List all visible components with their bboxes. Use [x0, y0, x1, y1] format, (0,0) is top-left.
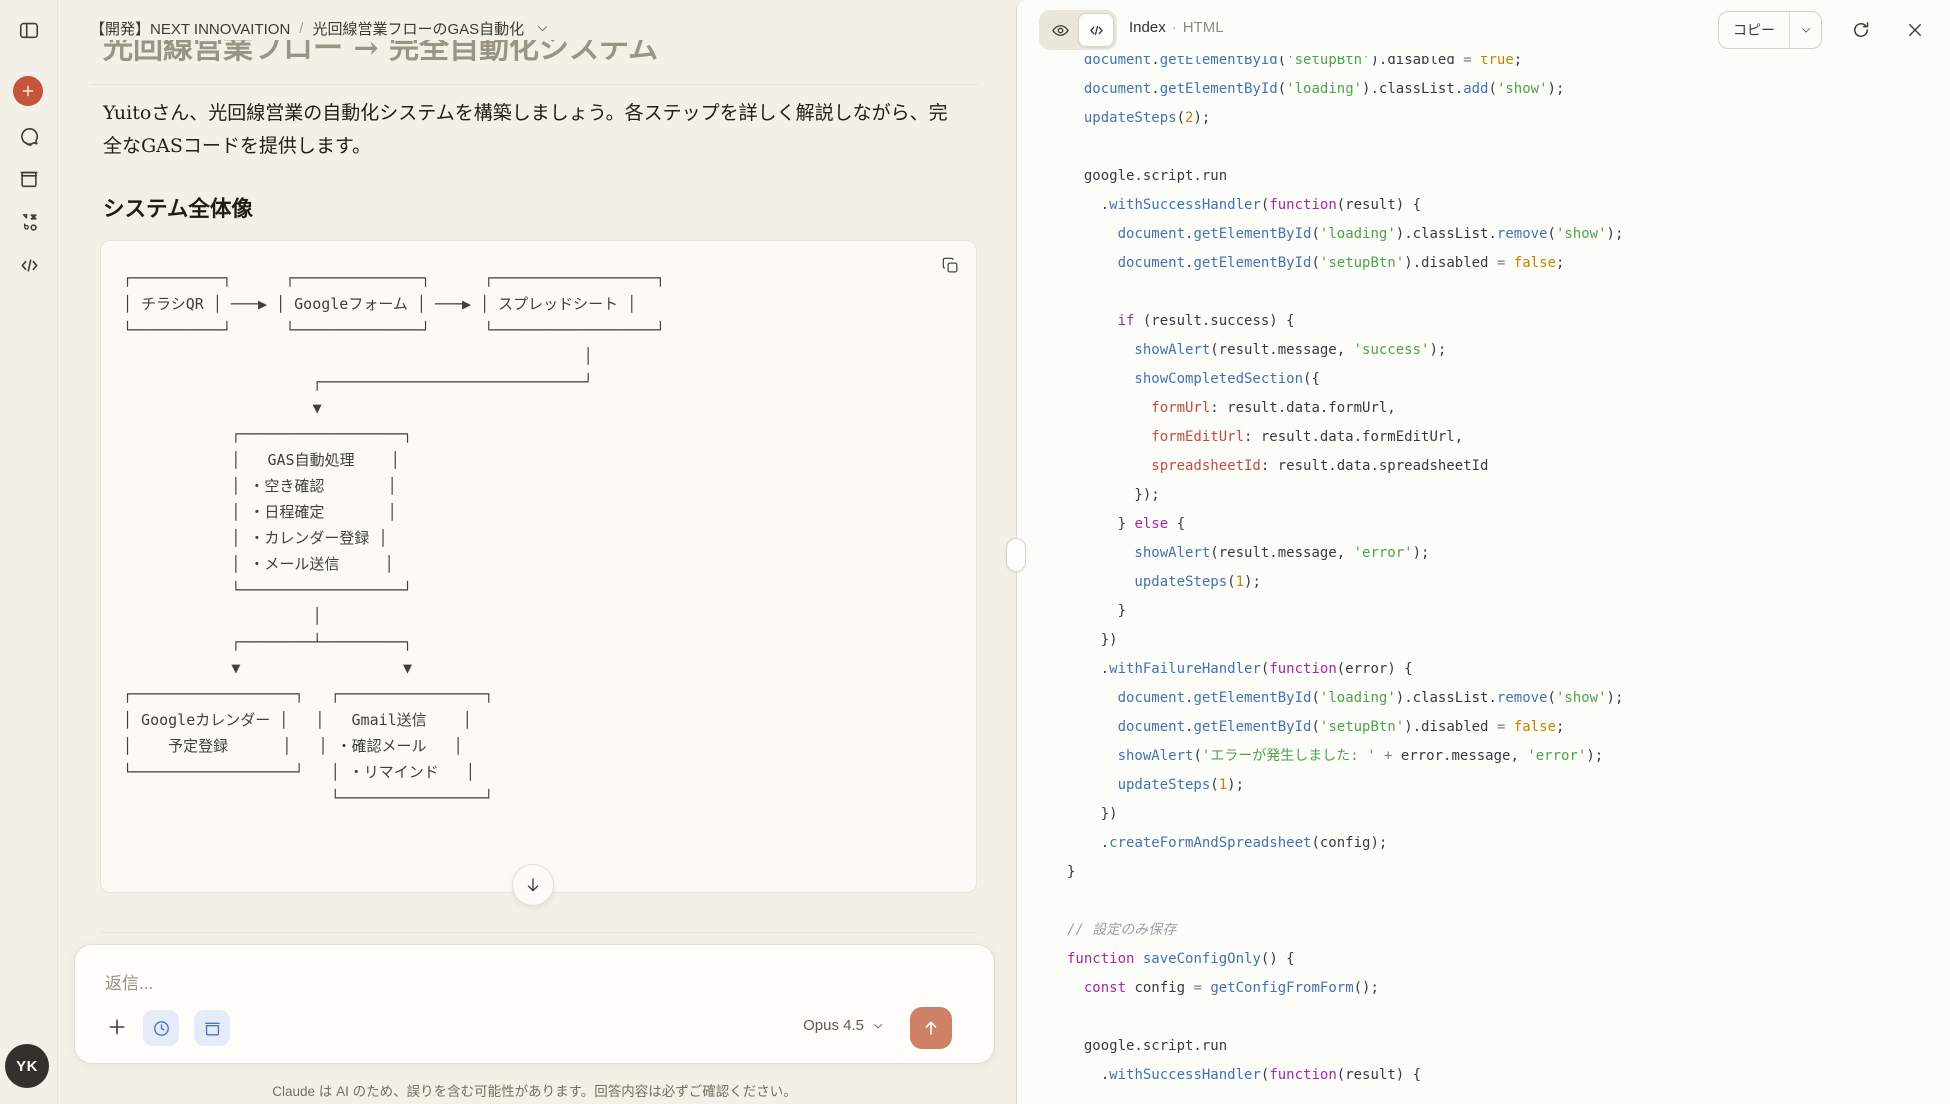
chats-icon[interactable]: [15, 122, 43, 150]
code-line: .withFailureHandler(function(error) {: [1067, 655, 1950, 684]
box-icon: [203, 1019, 222, 1038]
code-line: });: [1067, 481, 1950, 510]
arrow-down-icon: [524, 876, 542, 894]
code-line: // 設定のみ保存: [1067, 916, 1950, 945]
history-clock-button[interactable]: [143, 1010, 179, 1046]
code-line: google.script.run: [1067, 162, 1950, 191]
copy-split-button: コピー: [1718, 11, 1822, 49]
code-block-card: ┌──────────┐ ┌──────────────┐ ┌─────────…: [100, 240, 977, 893]
code-line: }): [1067, 626, 1950, 655]
project-name[interactable]: 【開発】NEXT INNOVAITION: [90, 18, 290, 39]
chevron-down-icon: [872, 1020, 884, 1032]
model-name: Opus 4.5: [803, 1017, 864, 1034]
app-sidebar: YK: [0, 0, 58, 1104]
clock-icon: [152, 1019, 171, 1038]
artifact-panel: Index · HTML コピー document.getElementById…: [1016, 0, 1950, 1104]
conversation-title[interactable]: 光回線営業フローのGAS自動化: [312, 18, 524, 39]
eye-icon: [1051, 21, 1070, 40]
code-line: updateSteps(1);: [1067, 771, 1950, 800]
code-line: [1067, 278, 1950, 307]
chevron-down-icon: [1800, 24, 1812, 36]
arrow-up-icon: [922, 1019, 940, 1037]
section-heading: システム全体像: [103, 192, 253, 223]
code-view-toggle[interactable]: [1078, 13, 1114, 47]
user-avatar[interactable]: YK: [5, 1044, 49, 1088]
artifact-title: Index · HTML: [1129, 19, 1224, 36]
projects-icon[interactable]: [15, 165, 43, 193]
code-line: updateSteps(2);: [1067, 104, 1950, 133]
scroll-to-bottom-button[interactable]: [512, 864, 554, 906]
close-x-icon: [1906, 21, 1924, 39]
copy-button[interactable]: コピー: [1719, 12, 1789, 48]
code-line: showAlert('エラーが発生しました: ' + error.message…: [1067, 742, 1950, 771]
code-line: showAlert(result.message, 'error');: [1067, 539, 1950, 568]
title-chevron-down-icon[interactable]: [536, 22, 549, 35]
reply-composer: 返信... Opus 4.5: [74, 944, 995, 1064]
code-line: showAlert(result.message, 'success');: [1067, 336, 1950, 365]
send-button[interactable]: [910, 1007, 952, 1049]
code-line: [1067, 887, 1950, 916]
code-line: .withSuccessHandler(function(result) {: [1067, 191, 1950, 220]
model-selector[interactable]: Opus 4.5: [803, 1017, 884, 1034]
code-line: updateSteps(1);: [1067, 568, 1950, 597]
code-line: document.getElementById('loading').class…: [1067, 220, 1950, 249]
refresh-icon: [1851, 20, 1871, 40]
code-line: function saveConfigOnly() {: [1067, 945, 1950, 974]
reply-input[interactable]: 返信...: [105, 969, 153, 994]
code-editor-view[interactable]: document.getElementById('setupBtn').disa…: [1017, 56, 1950, 1104]
code-line: formUrl: result.data.formUrl,: [1067, 394, 1950, 423]
attach-plus-button[interactable]: [101, 1011, 133, 1043]
sidebar-toggle-icon[interactable]: [15, 16, 43, 44]
code-line: document.getElementById('loading').class…: [1067, 684, 1950, 713]
code-line: .createFormAndSpreadsheet(config);: [1067, 829, 1950, 858]
code-line: document.getElementById('setupBtn').disa…: [1067, 249, 1950, 278]
code-line: document.getElementById('setupBtn').disa…: [1067, 56, 1950, 75]
code-line: .withSuccessHandler(function(result) {: [1067, 1061, 1950, 1090]
new-chat-button[interactable]: [13, 76, 43, 106]
code-line: document.getElementById('loading').class…: [1067, 75, 1950, 104]
code-line: }): [1067, 800, 1950, 829]
header-divider: [90, 84, 978, 85]
view-toggle: [1039, 10, 1117, 50]
code-line: showCompletedSection({: [1067, 365, 1950, 394]
code-line: } else {: [1067, 510, 1950, 539]
explore-shapes-icon[interactable]: [15, 208, 43, 236]
breadcrumb-separator: /: [299, 20, 303, 37]
copy-dropdown-button[interactable]: [1789, 12, 1821, 48]
code-line: }: [1067, 858, 1950, 887]
code-line: [1067, 1003, 1950, 1032]
artifact-name: Index: [1129, 19, 1166, 36]
code-line: if (result.success) {: [1067, 307, 1950, 336]
code-content: document.getElementById('setupBtn').disa…: [1017, 56, 1950, 1090]
assistant-message-text: Yuitoさん、光回線営業の自動化システムを構築しましょう。各ステップを詳しく解…: [103, 97, 948, 163]
preview-eye-toggle[interactable]: [1042, 13, 1078, 47]
code-line: [1067, 133, 1950, 162]
code-brackets-icon: [1087, 21, 1106, 40]
code-line: document.getElementById('setupBtn').disa…: [1067, 713, 1950, 742]
close-button[interactable]: [1898, 13, 1932, 47]
breadcrumb: 【開発】NEXT INNOVAITION / 光回線営業フローのGAS自動化: [90, 16, 549, 40]
panel-resize-handle[interactable]: [1006, 538, 1026, 572]
title-dot: ·: [1172, 19, 1177, 36]
code-line: google.script.run: [1067, 1032, 1950, 1061]
refresh-button[interactable]: [1844, 13, 1878, 47]
code-line: spreadsheetId: result.data.spreadsheetId: [1067, 452, 1950, 481]
ai-disclaimer: Claude は AI のため、誤りを含む可能性があります。回答内容は必ずご確認…: [74, 1080, 995, 1100]
scrolled-message-heading: 光回線営業フロー → 完全自動化システム: [103, 40, 883, 78]
tools-box-button[interactable]: [194, 1010, 230, 1046]
code-line: const config = getConfigFromForm();: [1067, 974, 1950, 1003]
content-divider: [100, 932, 978, 933]
code-line: formEditUrl: result.data.formEditUrl,: [1067, 423, 1950, 452]
artifacts-code-icon[interactable]: [15, 251, 43, 279]
copy-code-icon[interactable]: [938, 253, 962, 277]
artifact-language: HTML: [1183, 19, 1224, 36]
code-line: }: [1067, 597, 1950, 626]
flow-diagram-ascii: ┌──────────┐ ┌──────────────┐ ┌─────────…: [123, 265, 665, 811]
